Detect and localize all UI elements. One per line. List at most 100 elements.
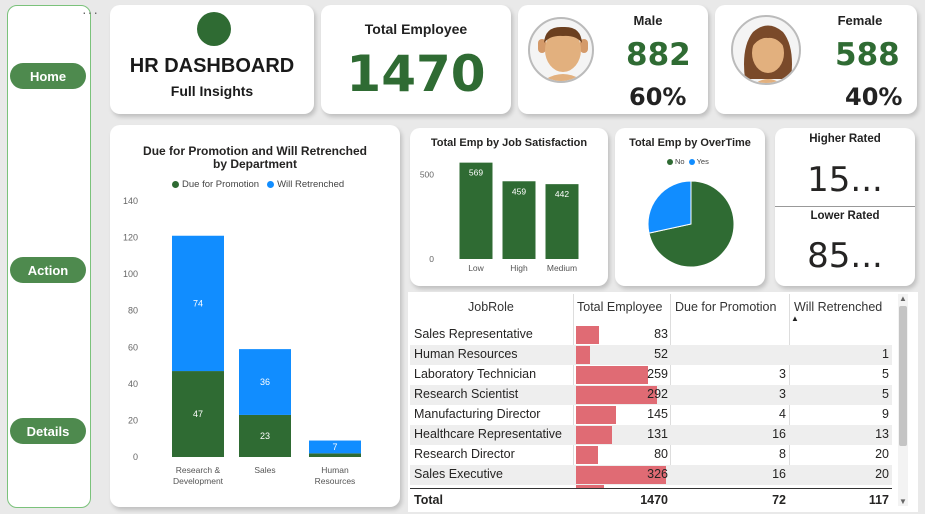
cell-due-promotion: 4	[779, 407, 786, 421]
cell-jobrole: Laboratory Technician	[414, 367, 537, 381]
table-row[interactable]: Research Director 80 8 20	[410, 445, 892, 465]
total-label: Total	[414, 493, 443, 507]
cell-due-promotion: 3	[779, 387, 786, 401]
table-row[interactable]: Research Scientist 292 3 5	[410, 385, 892, 405]
male-percent: 60%	[629, 83, 687, 111]
bar-data-label: 459	[512, 186, 526, 196]
department-stacked-bar-chart: 0 20 40 60 80 100 120 140 47 74 Research &Developm…	[123, 196, 361, 486]
total-employee-total: 1470	[640, 493, 668, 507]
y-tick-label: 120	[123, 233, 138, 243]
jobrole-table: JobRole Total Employee Due for Promotion…	[408, 292, 918, 512]
cell-will-retrenched: 13	[875, 427, 889, 441]
lower-rated-value: 85...	[807, 236, 883, 276]
table-scrollbar[interactable]: ▲ ▼	[898, 294, 908, 506]
table-row[interactable]: Sales Representative 83	[410, 325, 892, 345]
lower-rated-label: Lower Rated	[810, 210, 880, 222]
y-tick-label: 0	[133, 452, 138, 462]
total-employee-value: 1470	[346, 45, 486, 103]
department-chart-card: Due for Promotion and Will Retrenched by…	[110, 125, 400, 507]
col-header-will-retrenched[interactable]: Will Retrenched	[794, 300, 882, 314]
bar-data-label: 442	[555, 189, 569, 199]
logo-circle	[197, 12, 231, 46]
x-tick-label: High	[510, 263, 528, 273]
table-row[interactable]: Sales Executive 326 16 20	[410, 465, 892, 485]
cell-total-employee: 145	[647, 407, 668, 421]
female-avatar-icon	[731, 15, 801, 85]
nav-action-button[interactable]: Action	[10, 257, 86, 283]
nav-home-button[interactable]: Home	[10, 63, 86, 89]
table-row[interactable]: Human Resources 52 1	[410, 345, 892, 365]
sidebar-nav: ··· Home Action Details	[7, 5, 98, 508]
bar-data-label: 23	[260, 431, 270, 441]
y-tick-label: 80	[128, 306, 138, 316]
overtime-pie-chart	[647, 180, 735, 268]
female-face-icon	[744, 25, 792, 83]
x-tick-label: Medium	[547, 263, 577, 273]
cell-total-employee: 52	[654, 347, 668, 361]
col-header-due-promotion[interactable]: Due for Promotion	[675, 300, 776, 314]
female-percent: 40%	[845, 83, 903, 111]
bar-data-label: 47	[193, 409, 203, 419]
pie-slice-yes	[647, 180, 692, 234]
col-header-total-employee[interactable]: Total Employee	[577, 300, 662, 314]
scrollbar-thumb[interactable]	[899, 306, 907, 446]
cell-total-employee: 80	[654, 447, 668, 461]
male-face-icon	[538, 26, 588, 81]
cell-due-promotion: 8	[779, 447, 786, 461]
will-retrenched-total: 117	[868, 493, 889, 507]
table-row[interactable]: Manufacturing Director 145 4 9	[410, 405, 892, 425]
x-tick-label: Resources	[315, 476, 356, 486]
female-value: 588	[835, 37, 900, 73]
cell-total-employee: 259	[647, 367, 668, 381]
rating-divider	[775, 206, 915, 207]
cell-jobrole: Research Director	[414, 447, 515, 461]
higher-rated-value: 15...	[807, 160, 883, 200]
female-label: Female	[837, 13, 883, 28]
overtime-card: Total Emp by OverTime No Yes	[615, 128, 765, 286]
total-employee-label: Total Employee	[364, 21, 468, 37]
table-row[interactable]: Laboratory Technician 259 3 5	[410, 365, 892, 385]
cell-jobrole: Healthcare Representative	[414, 427, 562, 441]
male-card: Male 882 60%	[518, 5, 708, 114]
cell-total-employee: 83	[654, 327, 668, 341]
male-label: Male	[633, 13, 663, 28]
x-tick-label: Human	[321, 465, 349, 475]
total-row-divider	[410, 488, 892, 489]
x-tick-label: Sales	[254, 465, 275, 475]
y-tick-label: 0	[429, 254, 434, 264]
col-header-jobrole[interactable]: JobRole	[468, 300, 514, 314]
male-value: 882	[626, 37, 691, 73]
bar-data-label: 36	[260, 377, 270, 387]
scroll-up-icon[interactable]: ▲	[898, 294, 908, 303]
x-tick-label: Low	[468, 263, 484, 273]
sort-ascending-icon[interactable]: ▲	[791, 314, 799, 323]
y-tick-label: 140	[123, 196, 138, 206]
total-employee-card: Total Employee 1470	[321, 5, 511, 114]
y-tick-label: 20	[128, 415, 138, 425]
more-options-icon[interactable]: ···	[82, 5, 99, 19]
cell-total-employee: 131	[647, 427, 668, 441]
scroll-down-icon[interactable]: ▼	[898, 497, 908, 506]
cell-jobrole: Research Scientist	[414, 387, 519, 401]
cell-due-promotion: 16	[772, 427, 786, 441]
y-tick-label: 100	[123, 269, 138, 279]
cell-jobrole: Sales Representative	[414, 327, 533, 341]
cell-will-retrenched: 5	[882, 387, 889, 401]
title-card: HR DASHBOARD Full Insights	[110, 5, 314, 114]
job-satisfaction-bar-chart: 0 500 569 Low 459 High 442 Medium	[420, 162, 579, 273]
dashboard-title: HR DASHBOARD	[129, 55, 295, 77]
cell-will-retrenched: 9	[882, 407, 889, 421]
table-row[interactable]: Healthcare Representative 131 16 13	[410, 425, 892, 445]
cell-jobrole: Manufacturing Director	[414, 407, 541, 421]
nav-details-button[interactable]: Details	[10, 418, 86, 444]
y-tick-label: 40	[128, 379, 138, 389]
cell-will-retrenched: 1	[882, 347, 889, 361]
bar-data-label: 7	[332, 442, 337, 452]
rating-card: Higher Rated 15... Lower Rated 85...	[775, 128, 915, 286]
y-tick-label: 500	[420, 169, 434, 179]
y-tick-label: 60	[128, 342, 138, 352]
job-satisfaction-card: Total Emp by Job Satisfaction 0 500 569 Low…	[410, 128, 608, 286]
cell-total-employee: 292	[647, 387, 668, 401]
cell-due-promotion: 16	[772, 467, 786, 481]
cell-will-retrenched: 20	[875, 447, 889, 461]
